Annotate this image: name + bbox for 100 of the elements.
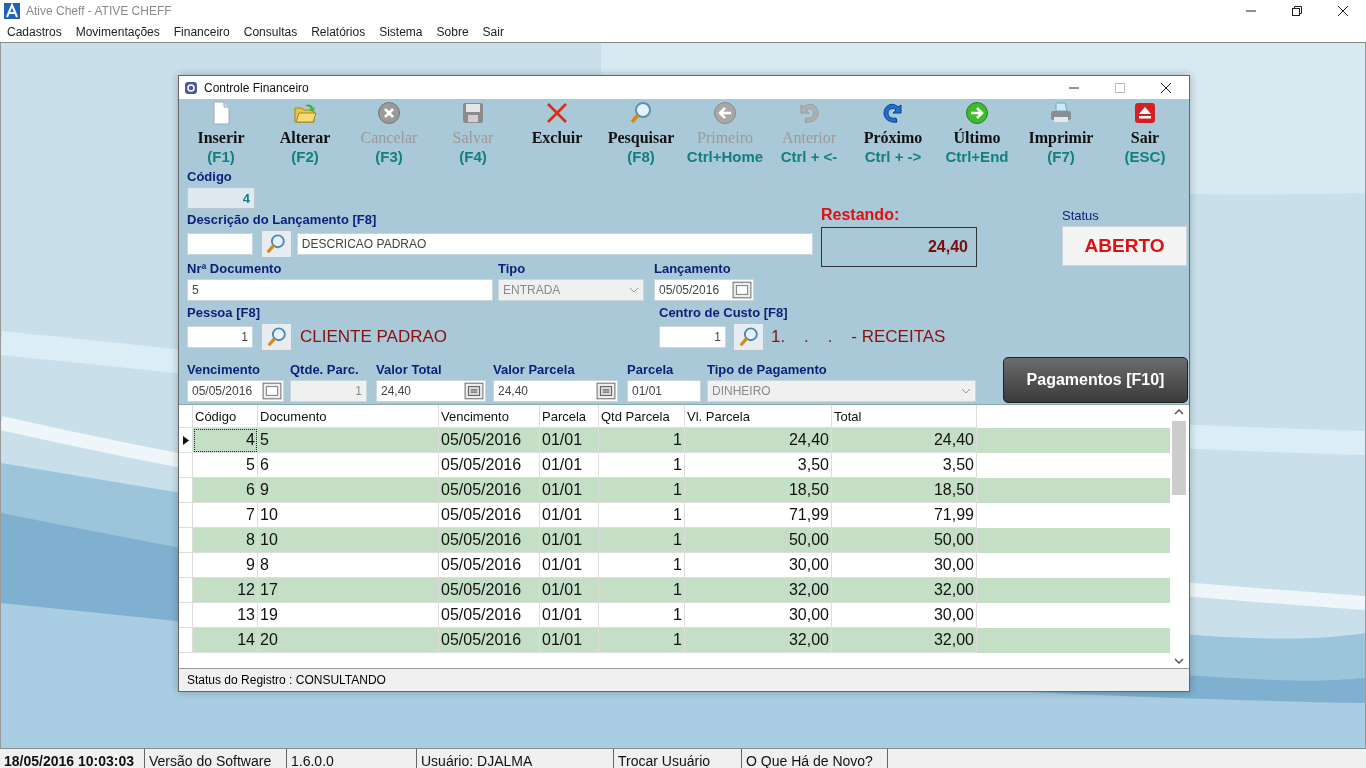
text-field[interactable]: 01/01 [627, 380, 701, 402]
menu-item[interactable]: Relatórios [311, 25, 366, 39]
table-cell: 1 [599, 528, 685, 553]
menu-item[interactable]: Sistema [379, 25, 423, 39]
date-field[interactable]: 05/05/2016 [654, 279, 754, 301]
code-field[interactable]: 1 [659, 326, 726, 348]
field-label: Pessoa [F8] [187, 305, 261, 320]
table-cell: 01/01 [540, 428, 599, 453]
table-cell: 17 [258, 578, 439, 603]
status-bar-text: O Que Há de Novo? [742, 749, 888, 768]
code-field[interactable]: 4 [187, 187, 255, 209]
toolbar-button[interactable]: Excluir [515, 99, 599, 169]
table-cell: 9 [193, 553, 258, 578]
window-title: Controle Financeiro [204, 80, 309, 95]
toolbar-button[interactable]: Alterar (F2) [263, 99, 347, 169]
row-header-cell[interactable] [179, 528, 193, 553]
table-cell: 01/01 [540, 578, 599, 603]
table-cell: 10 [258, 528, 439, 553]
row-header-cell[interactable] [179, 553, 193, 578]
redo-arrow-icon [881, 101, 905, 125]
status-bar-text: Versão do Software [145, 749, 287, 768]
remaining-label: Restando: [821, 206, 901, 224]
calculator-icon[interactable] [596, 382, 616, 400]
table-cell: 1 [599, 628, 685, 653]
calendar-icon[interactable] [262, 382, 282, 400]
field-label: Valor Parcela [493, 362, 576, 377]
table-cell: 4 [193, 428, 258, 453]
field-label: Parcela [627, 362, 675, 377]
table-cell: 13 [193, 603, 258, 628]
field-label: Status [1062, 208, 1100, 223]
search-button[interactable] [261, 323, 292, 351]
app-title: Ative Cheff - ATIVE CHEFF [26, 4, 172, 18]
row-header-cell[interactable] [179, 603, 193, 628]
field-label: Tipo [498, 261, 527, 276]
code-field[interactable]: 1 [187, 326, 253, 348]
table-cell: 1 [599, 578, 685, 603]
status-value: ABERTO [1062, 226, 1187, 266]
table-cell: 50,00 [832, 528, 977, 553]
toolbar-button[interactable]: Inserir (F1) [179, 99, 263, 169]
table-cell: 01/01 [540, 478, 599, 503]
toolbar-button[interactable]: Imprimir (F7) [1019, 99, 1103, 169]
calculator-icon[interactable] [464, 382, 484, 400]
field-label: Lançamento [654, 261, 732, 276]
row-indicator-icon [182, 435, 189, 445]
status-bar-text: 1.6.0.0 [287, 749, 417, 768]
menu-item[interactable]: Sair [482, 25, 504, 39]
undo-arrow-icon [797, 101, 821, 125]
toolbar-button[interactable]: Próximo Ctrl + -> [851, 99, 935, 169]
menu-item[interactable]: Sobre [436, 25, 469, 39]
close-icon[interactable] [1161, 82, 1171, 93]
row-header-cell[interactable] [179, 628, 193, 653]
table-cell: 05/05/2016 [439, 428, 540, 453]
delete-icon [545, 101, 569, 125]
menu-item[interactable]: Financeiro [173, 25, 230, 39]
row-header-cell[interactable] [179, 453, 193, 478]
table-cell: 24,40 [832, 428, 977, 453]
menu-item[interactable]: Consultas [243, 25, 298, 39]
table-cell: 01/01 [540, 628, 599, 653]
payments-button[interactable]: Pagamentos [F10] [1003, 357, 1188, 403]
toolbar-button[interactable]: Último Ctrl+End [935, 99, 1019, 169]
row-header-cell[interactable] [179, 503, 193, 528]
row-header-cell[interactable] [179, 578, 193, 603]
table-cell: 05/05/2016 [439, 478, 540, 503]
table-cell: 20 [258, 628, 439, 653]
eject-icon [1133, 101, 1157, 125]
search-icon [629, 101, 653, 125]
table-cell: 18,50 [685, 478, 832, 503]
toolbar-button[interactable]: Sair (ESC) [1103, 99, 1187, 169]
menu-item[interactable]: Movimentações [75, 25, 160, 39]
amount-field[interactable]: 24,40 [493, 380, 618, 402]
text-field[interactable] [187, 233, 253, 255]
table-cell: 1 [599, 478, 685, 503]
field-label: Qtde. Parc. [290, 362, 360, 377]
person-name: CLIENTE PADRAO [300, 327, 448, 347]
field-label: Descrição do Lançamento [F8] [187, 212, 378, 227]
text-field[interactable]: DESCRICAO PADRAO [296, 233, 813, 255]
search-button[interactable] [733, 323, 764, 351]
toolbar-button[interactable]: Pesquisar (F8) [599, 99, 683, 169]
amount-field[interactable]: 24,40 [376, 380, 486, 402]
row-header-cell[interactable] [179, 478, 193, 503]
cancel-icon [377, 101, 401, 125]
search-button[interactable] [260, 230, 292, 258]
restore-icon[interactable] [1292, 6, 1302, 16]
field-label: Código [187, 169, 233, 184]
field-label: Valor Total [376, 362, 443, 377]
table-cell: 9 [258, 478, 439, 503]
text-field[interactable]: 5 [187, 279, 493, 301]
field-label: Vencimento [187, 362, 261, 377]
maximize-icon[interactable] [1115, 82, 1125, 93]
calendar-icon[interactable] [732, 281, 752, 299]
menu-item[interactable]: Cadastros [7, 25, 62, 39]
scrollbar-thumb[interactable] [1172, 421, 1186, 495]
window-logo-icon [184, 80, 198, 95]
table-cell: 1 [599, 428, 685, 453]
close-icon[interactable] [1338, 6, 1348, 16]
row-header-cell[interactable] [179, 428, 193, 453]
table-cell: 50,00 [685, 528, 832, 553]
cost-center-name: 1. . . - RECEITAS [771, 327, 946, 347]
table-cell: 05/05/2016 [439, 528, 540, 553]
date-field[interactable]: 05/05/2016 [187, 380, 284, 402]
